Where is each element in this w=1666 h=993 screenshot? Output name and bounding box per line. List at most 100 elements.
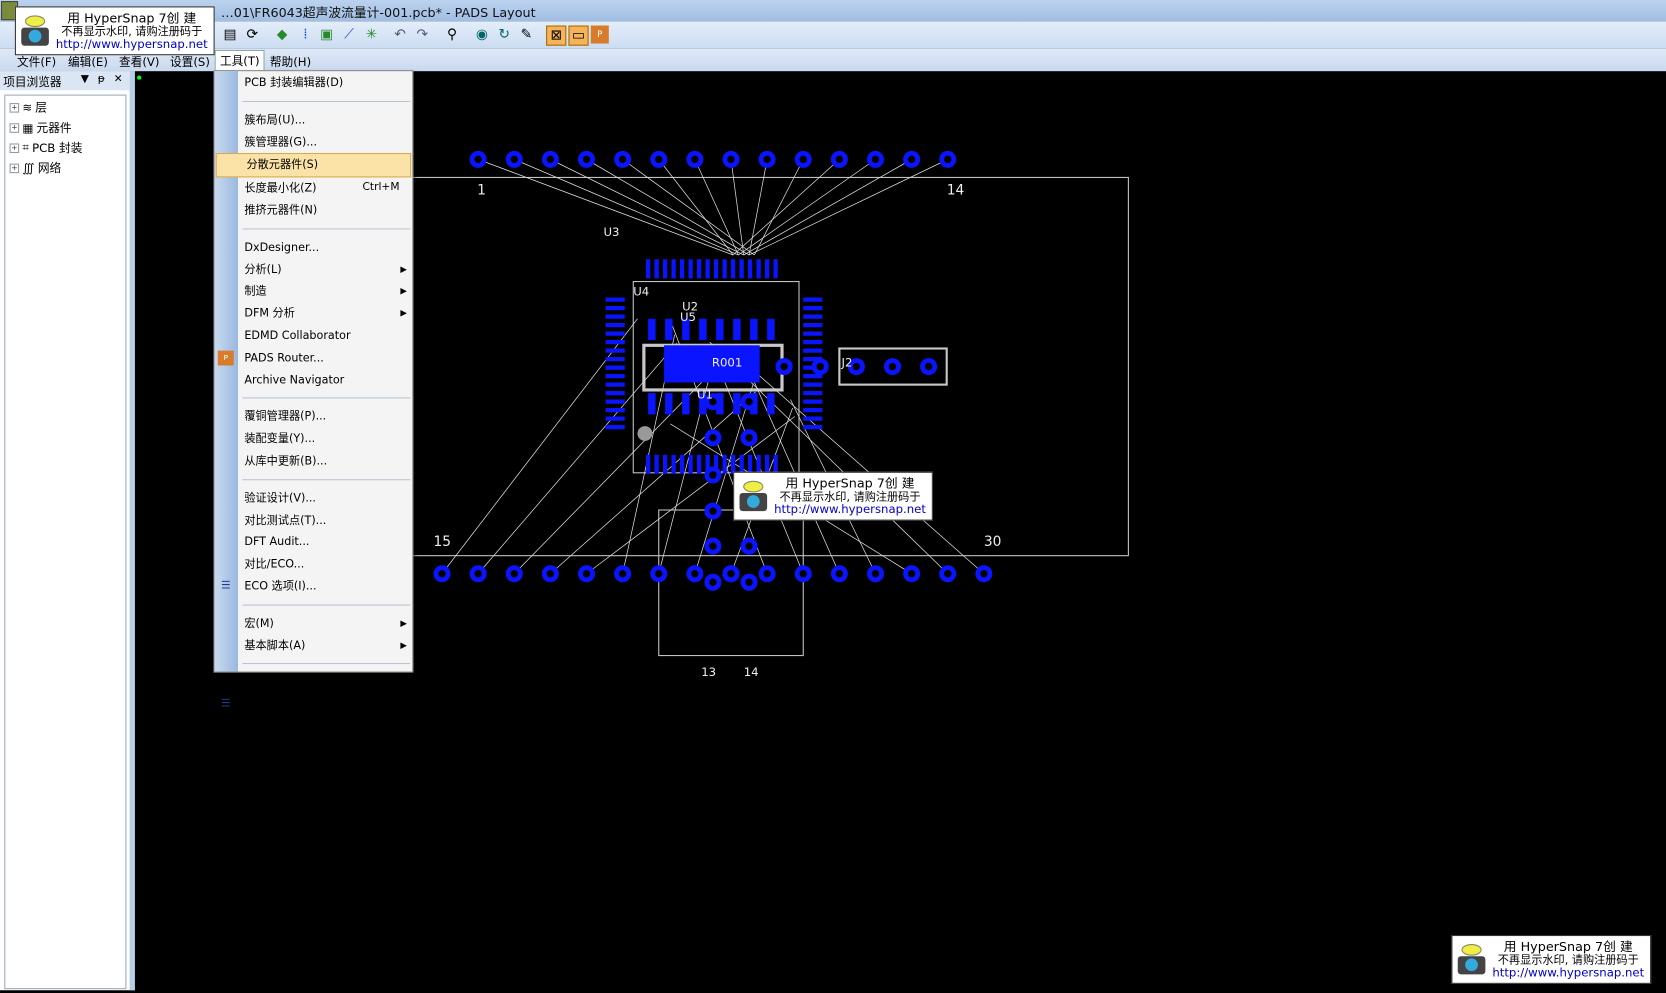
pin-icon[interactable]: ᵽ [98, 73, 105, 85]
expand-icon[interactable]: + [9, 163, 20, 173]
brush-icon[interactable]: ✎ [517, 26, 535, 44]
tree-item-nets[interactable]: + ∭ 网络 [9, 158, 61, 177]
pads-router-icon[interactable]: P [590, 25, 609, 44]
chip-icon: ▦ [22, 120, 34, 135]
ic-pin [654, 259, 659, 279]
ic-pin [646, 259, 651, 279]
undo-icon[interactable]: ↶ [391, 26, 409, 44]
pad-hole [474, 155, 482, 164]
menu-item[interactable]: 分散元器件(S) [215, 153, 412, 178]
pad-hole [907, 570, 916, 578]
ic-pin [699, 318, 707, 340]
menu-item[interactable]: DxDesigner... [215, 237, 413, 259]
menu-item[interactable]: 覆铜管理器(P)... [215, 406, 413, 428]
menu-help[interactable]: 帮助(H) [266, 52, 316, 71]
menu-item[interactable]: Archive Navigator [215, 369, 413, 391]
tree-item-components[interactable]: + ▦ 元器件 [9, 118, 72, 137]
redo-icon[interactable]: ↷ [413, 26, 431, 44]
route-icon[interactable]: ⁞ [296, 26, 314, 44]
close-icon[interactable]: ✕ [114, 73, 123, 85]
ic-pin [697, 454, 702, 474]
pad-hole [438, 570, 446, 578]
pad-hole [871, 570, 880, 578]
pcb-label: J2 [841, 356, 853, 370]
menu-item[interactable]: ☰ ECO 选项(I)... [215, 576, 413, 598]
ic-pin [803, 306, 823, 311]
menu-item-label: PADS Router... [244, 351, 324, 365]
menu-item-label: DxDesigner... [244, 240, 320, 254]
menu-item[interactable]: P PADS Router... [215, 347, 413, 369]
menu-item[interactable]: 验证设计(V)... [215, 487, 413, 509]
expand-icon[interactable]: + [9, 122, 20, 133]
ic-pin [803, 331, 823, 336]
menu-item[interactable]: 对比/ECO... [215, 554, 413, 576]
menu-item[interactable]: PCB 封装编辑器(D) [215, 72, 413, 94]
ic-pin [688, 454, 693, 474]
ic-pin [605, 357, 625, 362]
ratsnest-line [550, 391, 756, 575]
camera-icon [739, 480, 768, 512]
pad-hole [618, 570, 627, 578]
ic-pin [731, 259, 736, 279]
menu-item[interactable]: ☰ 选项(O)... Ctrl+<Enter> [215, 694, 413, 716]
pad-hole [546, 570, 555, 578]
menu-item[interactable]: 分析(L) ▶ [215, 259, 413, 281]
expand-icon[interactable]: + [9, 142, 20, 153]
menu-item[interactable]: DFT Audit... [215, 532, 413, 554]
menu-separator [215, 391, 413, 406]
pcb-label: 1 [477, 182, 486, 198]
ic-pin [688, 259, 693, 279]
menu-item[interactable]: 簇管理器(G)... [215, 131, 413, 153]
ic-pin [605, 340, 625, 345]
properties-icon[interactable]: ▤ [221, 26, 239, 44]
board-icon[interactable]: ▣ [318, 26, 336, 44]
rotate-icon[interactable]: ↻ [495, 26, 513, 44]
menu-item[interactable]: 制造 ▶ [215, 281, 413, 303]
menu-item[interactable]: 长度最小化(Z) Ctrl+M [215, 178, 413, 200]
menu-item[interactable]: 自定义(C)... [215, 672, 413, 694]
menu-item[interactable]: 从库中更新(B)... [215, 450, 413, 472]
tree-item-layers[interactable]: + ≋ 层 [9, 98, 47, 117]
place-icon[interactable]: ◆ [273, 26, 291, 44]
ic-pin [605, 408, 625, 413]
menu-item[interactable]: 对比测试点(T)... [215, 510, 413, 532]
menu-item[interactable]: 装配变量(Y)... [215, 428, 413, 450]
pad-hole [835, 570, 844, 578]
expand-icon[interactable]: + [9, 102, 20, 113]
ic-pin [803, 399, 823, 404]
menu-item[interactable]: EDMD Collaborator [215, 325, 413, 347]
connector-outline [658, 509, 804, 657]
ratsnest-line [514, 159, 739, 256]
watermark-link: http://www.hypersnap.net [1492, 965, 1645, 980]
menu-item[interactable]: 基本脚本(A) ▶ [215, 635, 413, 657]
ic-pin [803, 297, 823, 302]
window-mode-icon[interactable]: ▭ [568, 25, 589, 46]
dropdown-icon[interactable]: ▼ [81, 73, 89, 85]
menu-tools[interactable]: 工具(T) [214, 49, 265, 73]
menu-item[interactable]: DFM 分析 ▶ [215, 303, 413, 325]
ic-pin [605, 365, 625, 370]
layout-mode-icon[interactable]: ⊠ [546, 25, 567, 46]
submenu-arrow-icon: ▶ [400, 264, 407, 274]
menu-item-label: ECO 选项(I)... [244, 580, 317, 593]
trace-icon[interactable]: ⟋ [340, 26, 358, 44]
pcb-label: U1 [697, 387, 713, 401]
menu-item[interactable]: 宏(M) ▶ [215, 613, 413, 635]
ic-pin [750, 318, 758, 340]
ic-pin [733, 393, 741, 415]
ic-pin [671, 259, 676, 279]
refresh-icon[interactable]: ⟳ [243, 26, 261, 44]
pcb-label: 30 [984, 534, 1002, 550]
view-icon[interactable]: ◉ [473, 26, 491, 44]
ratsnest-line [694, 159, 739, 256]
ratsnest-line [738, 159, 876, 256]
zoom-icon[interactable]: ⚲ [443, 26, 461, 44]
pad-hole [763, 155, 771, 164]
menu-item[interactable]: 推挤元器件(N) [215, 200, 413, 222]
ic-pin [605, 348, 625, 353]
pad-hole [799, 155, 807, 164]
tree-item-footprints[interactable]: + ⌗ PCB 封装 [9, 138, 82, 157]
menu-item-label: DFT Audit... [244, 535, 310, 549]
menu-item[interactable]: 簇布局(U)... [215, 109, 413, 131]
component-icon[interactable]: ✳ [362, 26, 380, 44]
